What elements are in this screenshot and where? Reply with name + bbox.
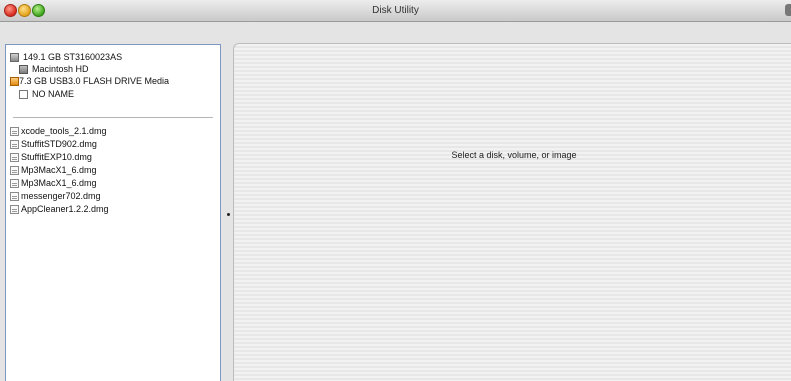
disk-image-icon	[10, 205, 19, 214]
toolbar-toggle-button[interactable]	[785, 4, 791, 16]
volume-icon	[19, 65, 28, 74]
disk-image-icon	[10, 192, 19, 201]
disk-image-icon	[10, 153, 19, 162]
disk-image-icon	[10, 127, 19, 136]
disk-image-icon	[10, 179, 19, 188]
sidebar-item-label: messenger702.dmg	[21, 191, 101, 201]
sidebar-item-label: 149.1 GB ST3160023AS	[23, 52, 123, 62]
sidebar-item-label: NO NAME	[32, 89, 75, 99]
window-title: Disk Utility	[372, 5, 419, 16]
device-sidebar[interactable]: 149.1 GB ST3160023AS Macintosh HD 7.3 GB…	[5, 44, 221, 381]
empty-selection-message: Select a disk, volume, or image	[451, 150, 577, 160]
sidebar-item-label: AppCleaner1.2.2.dmg	[21, 204, 109, 214]
sidebar-separator	[13, 117, 213, 118]
empty-volume-icon	[19, 90, 28, 99]
sidebar-item-label: Mp3MacX1_6.dmg	[21, 178, 97, 188]
sidebar-item-label: StuffitSTD902.dmg	[21, 139, 97, 149]
usb-drive-icon	[10, 77, 19, 86]
sidebar-item-label: 7.3 GB USB3.0 FLASH DRIVE Media	[19, 76, 170, 86]
sidebar-item-label: xcode_tools_2.1.dmg	[21, 126, 107, 136]
sidebar-item-label: Mp3MacX1_6.dmg	[21, 165, 97, 175]
title-bar[interactable]: Disk Utility	[0, 0, 791, 22]
hard-disk-icon	[10, 53, 19, 62]
disk-image-icon	[10, 166, 19, 175]
split-view-divider-handle[interactable]	[227, 213, 230, 216]
sidebar-item-label: StuffitEXP10.dmg	[21, 152, 92, 162]
sidebar-item-label: Macintosh HD	[32, 64, 89, 74]
disk-image-icon	[10, 140, 19, 149]
detail-pane: Select a disk, volume, or image	[233, 43, 791, 381]
